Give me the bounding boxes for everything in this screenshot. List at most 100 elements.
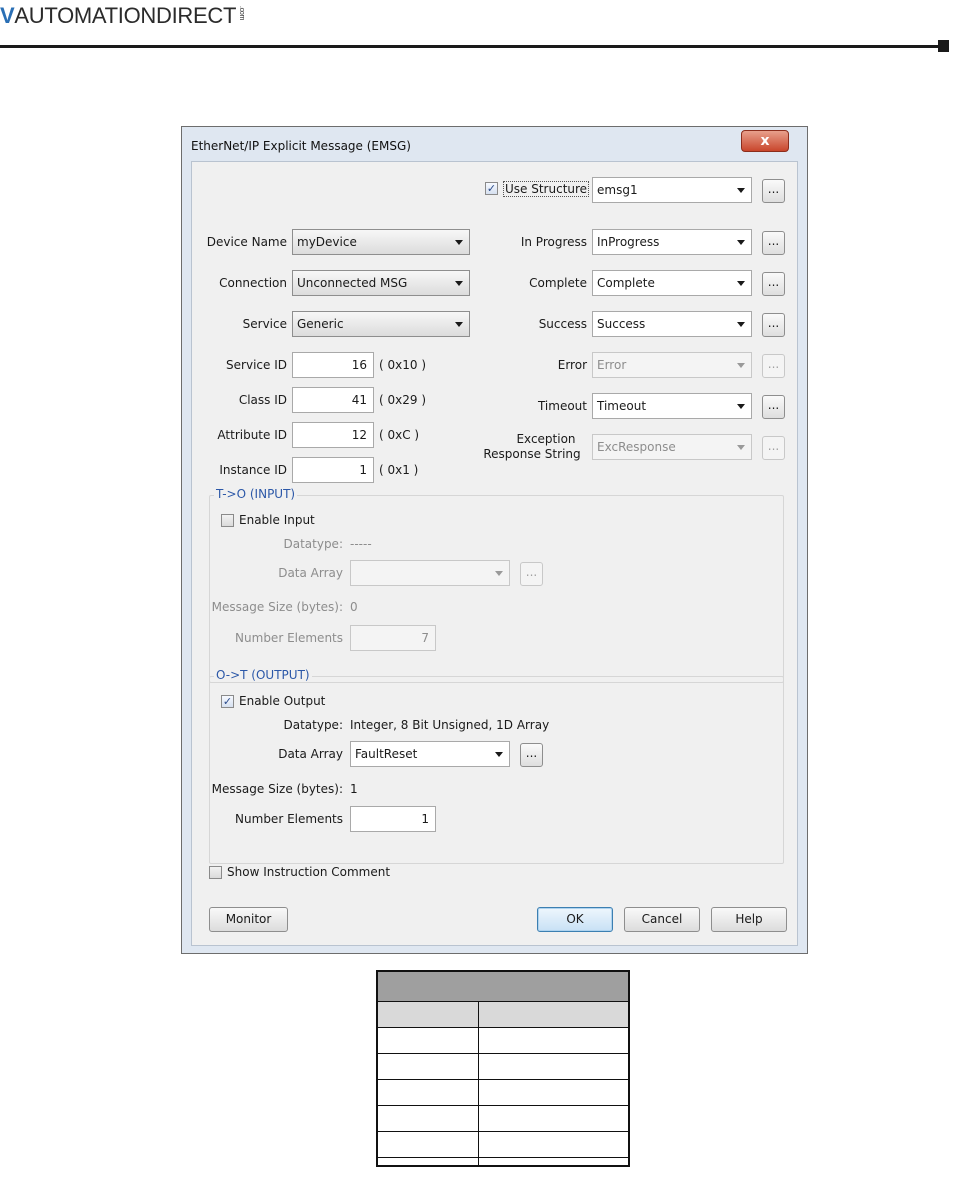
enable-output-label[interactable]: Enable Output	[239, 694, 325, 708]
exception-response-select: ExcResponse	[592, 434, 752, 460]
ok-button[interactable]: OK	[537, 907, 613, 932]
output-datatype-value: Integer, 8 Bit Unsigned, 1D Array	[350, 718, 550, 732]
timeout-browse-button[interactable]: ...	[762, 395, 785, 419]
error-select: Error	[592, 352, 752, 378]
complete-value: Complete	[597, 276, 655, 290]
use-structure-label[interactable]: Use Structure	[503, 181, 590, 197]
chevron-down-icon	[455, 281, 463, 286]
table-column-divider	[478, 1002, 479, 1165]
table-subheader-row	[378, 1002, 628, 1028]
check-icon: ✓	[486, 182, 497, 195]
parameter-table	[376, 970, 630, 1167]
close-icon: x	[760, 133, 770, 149]
complete-select[interactable]: Complete	[592, 270, 752, 296]
output-data-array-value: FaultReset	[355, 747, 418, 761]
exception-response-label: Exception Response String	[477, 432, 587, 462]
error-browse-button: ...	[762, 354, 785, 378]
chevron-down-icon	[737, 322, 745, 327]
help-button[interactable]: Help	[711, 907, 787, 932]
complete-label: Complete	[529, 276, 587, 290]
output-data-array-browse-button[interactable]: ...	[520, 743, 543, 767]
in-progress-value: InProgress	[597, 235, 660, 249]
error-value: Error	[597, 358, 627, 372]
use-structure-browse-button[interactable]: ...	[762, 179, 785, 203]
input-data-array-label: Data Array	[278, 566, 343, 580]
success-select[interactable]: Success	[592, 311, 752, 337]
header-rule-end-marker	[938, 40, 949, 52]
use-structure-checkbox[interactable]: ✓	[485, 182, 498, 195]
output-datatype-label: Datatype:	[283, 718, 343, 732]
class-id-input[interactable]: 41	[292, 387, 374, 413]
instance-id-hex: ( 0x1 )	[379, 463, 419, 477]
service-id-input[interactable]: 16	[292, 352, 374, 378]
input-message-size-value: 0	[350, 600, 358, 614]
connection-label: Connection	[219, 276, 287, 290]
attribute-id-hex: ( 0xC )	[379, 428, 420, 442]
input-data-array-browse-button: ...	[520, 562, 543, 586]
brand-text: AUTOMATIONDIRECT	[14, 3, 237, 28]
service-id-label: Service ID	[226, 358, 287, 372]
use-structure-select[interactable]: emsg1	[592, 177, 752, 203]
header-rule	[0, 45, 938, 48]
input-message-size-label: Message Size (bytes):	[211, 600, 343, 614]
class-id-label: Class ID	[238, 393, 287, 407]
emsg-dialog: EtherNet/IP Explicit Message (EMSG) x ✓ …	[181, 126, 808, 954]
cancel-button[interactable]: Cancel	[624, 907, 700, 932]
chevron-down-icon	[737, 404, 745, 409]
device-name-select[interactable]: myDevice	[292, 229, 470, 255]
output-data-array-select[interactable]: FaultReset	[350, 741, 510, 767]
monitor-button[interactable]: Monitor	[209, 907, 288, 932]
brand-mark: V	[0, 3, 15, 28]
chevron-down-icon	[737, 363, 745, 368]
enable-input-label[interactable]: Enable Input	[239, 513, 315, 527]
enable-input-checkbox[interactable]	[221, 514, 234, 527]
dialog-title: EtherNet/IP Explicit Message (EMSG)	[191, 139, 411, 153]
exception-response-value: ExcResponse	[597, 440, 676, 454]
table-row	[378, 1080, 628, 1106]
chevron-down-icon	[737, 188, 745, 193]
success-label: Success	[538, 317, 587, 331]
chevron-down-icon	[737, 240, 745, 245]
brand-com: .com	[238, 6, 246, 20]
instance-id-input[interactable]: 1	[292, 457, 374, 483]
instance-id-label: Instance ID	[219, 463, 287, 477]
table-row	[378, 1106, 628, 1132]
service-value: Generic	[297, 317, 344, 331]
input-number-elements-input: 7	[350, 625, 436, 651]
connection-select[interactable]: Unconnected MSG	[292, 270, 470, 296]
in-progress-browse-button[interactable]: ...	[762, 231, 785, 255]
exception-label-line1: Exception	[516, 432, 576, 446]
service-select[interactable]: Generic	[292, 311, 470, 337]
timeout-value: Timeout	[597, 399, 647, 413]
timeout-label: Timeout	[537, 399, 587, 413]
dialog-titlebar[interactable]: EtherNet/IP Explicit Message (EMSG) x	[182, 127, 807, 161]
in-progress-select[interactable]: InProgress	[592, 229, 752, 255]
chevron-down-icon	[495, 752, 503, 757]
close-button[interactable]: x	[741, 130, 789, 152]
output-group-title: O->T (OUTPUT)	[214, 668, 312, 682]
output-number-elements-label: Number Elements	[235, 812, 343, 826]
attribute-id-input[interactable]: 12	[292, 422, 374, 448]
service-id-hex: ( 0x10 )	[379, 358, 426, 372]
show-comment-checkbox[interactable]	[209, 866, 222, 879]
device-name-value: myDevice	[297, 235, 357, 249]
success-browse-button[interactable]: ...	[762, 313, 785, 337]
output-message-size-label: Message Size (bytes):	[211, 782, 343, 796]
chevron-down-icon	[495, 571, 503, 576]
attribute-id-label: Attribute ID	[217, 428, 287, 442]
service-label: Service	[242, 317, 287, 331]
class-id-hex: ( 0x29 )	[379, 393, 426, 407]
input-group-title: T->O (INPUT)	[214, 487, 298, 501]
enable-output-checkbox[interactable]: ✓	[221, 695, 234, 708]
dialog-client-area: ✓ Use Structure emsg1 ... Device Name my…	[191, 161, 798, 946]
timeout-select[interactable]: Timeout	[592, 393, 752, 419]
complete-browse-button[interactable]: ...	[762, 272, 785, 296]
chevron-down-icon	[455, 240, 463, 245]
chevron-down-icon	[737, 445, 745, 450]
table-row	[378, 1158, 628, 1165]
output-number-elements-input[interactable]: 1	[350, 806, 436, 832]
table-row	[378, 1028, 628, 1054]
input-datatype-label: Datatype:	[283, 537, 343, 551]
chevron-down-icon	[737, 281, 745, 286]
show-comment-label[interactable]: Show Instruction Comment	[227, 865, 390, 879]
